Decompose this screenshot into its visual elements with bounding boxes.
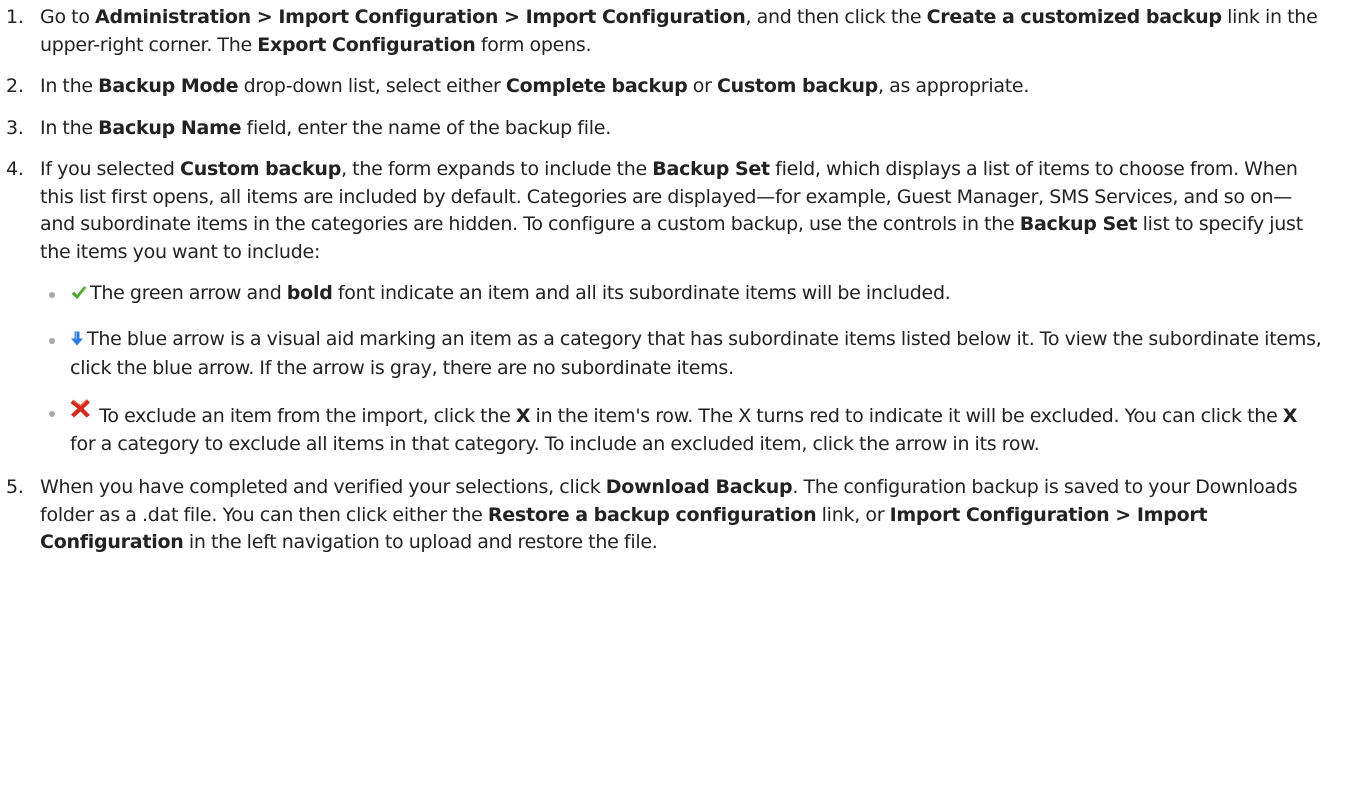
list-item: The blue arrow is a visual aid marking a… [40, 326, 1326, 383]
list-item-text: The green arrow and bold font indicate a… [70, 280, 1326, 310]
step-text: When you have completed and verified you… [40, 474, 1326, 557]
step-number: 2. [6, 75, 24, 98]
step-number: 4. [6, 158, 24, 181]
text: font indicate an item and all its subord… [332, 282, 951, 305]
bullet-dot [49, 292, 55, 299]
text: , the form expands to include the [341, 158, 653, 181]
text: for a category to exclude all items in t… [70, 432, 1040, 455]
text: , and then click the [745, 6, 927, 28]
text: To exclude an item from the import, clic… [94, 405, 516, 428]
field-name: Backup Set [652, 158, 770, 181]
bullet-list: The green arrow and bold font indicate a… [40, 280, 1326, 458]
bullet-dot [49, 337, 55, 344]
form-name: Export Configuration [257, 33, 476, 56]
step-paragraph: If you selected Custom backup, the form … [40, 156, 1326, 266]
text: in the left navigation to upload and res… [183, 531, 658, 554]
step-2: 2. In the Backup Mode drop-down list, se… [6, 73, 1326, 101]
text: in the item's row. The X turns red to in… [530, 405, 1283, 428]
field-name: Backup Mode [98, 75, 239, 98]
option-name: Custom backup [716, 75, 878, 98]
list-item-text: To exclude an item from the import, clic… [70, 399, 1326, 458]
text: The green arrow and [90, 282, 287, 305]
text: or [687, 75, 717, 98]
text: drop-down list, select either [238, 75, 506, 98]
instructions-document: 1. Go to Administration > Import Configu… [0, 0, 1350, 557]
list-item: To exclude an item from the import, clic… [40, 399, 1326, 458]
step-text: Go to Administration > Import Configurat… [40, 4, 1326, 59]
text: In the [40, 75, 99, 98]
step-text: In the Backup Mode drop-down list, selec… [40, 73, 1326, 101]
text: In the [40, 116, 99, 139]
blue-down-arrow-icon [70, 328, 84, 356]
step-number: 3. [6, 116, 24, 139]
text: If you selected [40, 158, 181, 181]
step-text: In the Backup Name field, enter the name… [40, 115, 1326, 143]
emphasis: X [1282, 405, 1298, 428]
step-5: 5. When you have completed and verified … [6, 474, 1326, 557]
green-check-icon [70, 282, 87, 310]
emphasis: bold [286, 282, 333, 305]
menu-path: Administration > Import Configuration > … [95, 6, 746, 28]
red-x-icon [70, 399, 91, 427]
field-name: Backup Set [1019, 213, 1138, 236]
text: link, or [816, 503, 890, 526]
link-name: Restore a backup configuration [487, 503, 817, 526]
emphasis: X [515, 405, 531, 428]
step-4: 4. If you selected Custom backup, the fo… [6, 156, 1326, 460]
text: field, enter the name of the backup file… [241, 116, 612, 139]
button-name: Download Backup [605, 476, 793, 499]
list-item: The green arrow and bold font indicate a… [40, 280, 1326, 310]
step-number: 1. [6, 6, 24, 28]
bullet-dot [49, 411, 55, 418]
link-name: Create a customized backup [926, 6, 1222, 28]
field-name: Backup Name [98, 116, 242, 139]
option-name: Complete backup [505, 75, 688, 98]
text: Go to [40, 6, 96, 28]
text: The blue arrow is a visual aid marking a… [70, 327, 1322, 380]
option-name: Custom backup [180, 158, 342, 181]
text: form opens. [475, 33, 592, 56]
step-1: 1. Go to Administration > Import Configu… [6, 4, 1326, 59]
list-item-text: The blue arrow is a visual aid marking a… [70, 326, 1326, 383]
text: , as appropriate. [878, 75, 1030, 98]
step-3: 3. In the Backup Name field, enter the n… [6, 115, 1326, 143]
text: When you have completed and verified you… [40, 476, 606, 499]
step-text: If you selected Custom backup, the form … [40, 156, 1326, 460]
step-number: 5. [6, 476, 24, 499]
